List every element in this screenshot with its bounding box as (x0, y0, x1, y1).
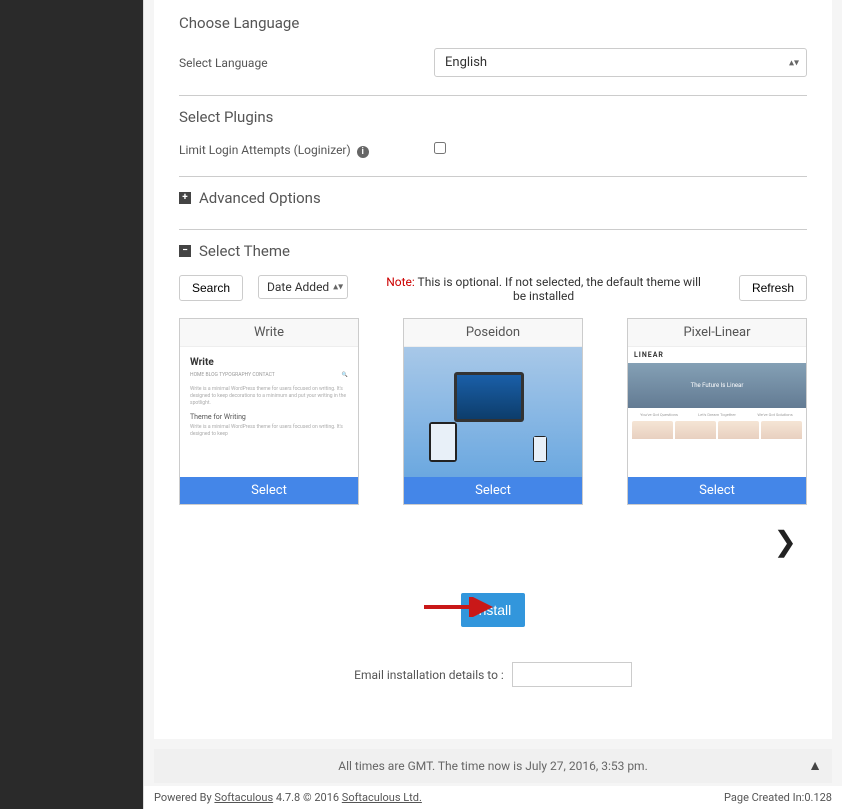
select-theme-section: − Select Theme Search Date Added ▴▾ Note… (179, 229, 807, 699)
theme-preview[interactable]: Write HOME BLOG TYPOGRAPHY CONTACT🔍 Writ… (180, 347, 358, 477)
theme-select-button[interactable]: Select (628, 477, 806, 504)
email-details-row: Email installation details to : (179, 662, 807, 687)
scroll-top-icon[interactable]: ▲ (808, 757, 822, 774)
themes-grid: Write Write HOME BLOG TYPOGRAPHY CONTACT… (179, 318, 807, 505)
plus-icon: + (179, 192, 191, 204)
select-plugins-section: Select Plugins Limit Login Attempts (Log… (179, 95, 807, 176)
theme-card-write: Write Write HOME BLOG TYPOGRAPHY CONTACT… (179, 318, 359, 505)
theme-select-button[interactable]: Select (404, 477, 582, 504)
admin-sidebar (0, 0, 143, 809)
advanced-options-section: + Advanced Options (179, 176, 807, 229)
select-theme-heading[interactable]: − Select Theme (179, 242, 807, 260)
theme-card-pixel-linear: Pixel-Linear LINEAR The Future Is Linear… (627, 318, 807, 505)
theme-select-button[interactable]: Select (180, 477, 358, 504)
language-select[interactable]: English (434, 48, 807, 77)
theme-title: Pixel-Linear (628, 319, 806, 347)
email-input[interactable] (512, 662, 632, 687)
footer-bottom: Powered By Softaculous 4.7.8 © 2016 Soft… (144, 786, 842, 809)
main-content: Choose Language Select Language English … (143, 0, 842, 809)
theme-preview[interactable]: LINEAR The Future Is Linear You've Got Q… (628, 347, 806, 477)
company-link[interactable]: Softaculous Ltd. (342, 791, 422, 804)
next-themes-nav: ❯ (179, 525, 807, 558)
email-label: Email installation details to : (354, 668, 504, 682)
page-created-info: Page Created In:0.128 (724, 791, 832, 804)
theme-note: Note: This is optional. If not selected,… (363, 275, 724, 303)
minus-icon: − (179, 245, 191, 257)
search-button[interactable]: Search (179, 275, 243, 301)
footer-time: All times are GMT. The time now is July … (154, 749, 832, 783)
theme-preview[interactable] (404, 347, 582, 477)
select-plugins-heading: Select Plugins (179, 108, 807, 126)
theme-title: Write (180, 319, 358, 347)
plugin-loginizer-checkbox[interactable] (434, 142, 446, 154)
select-language-label: Select Language (179, 56, 434, 70)
plugin-loginizer-label: Limit Login Attempts (Loginizer) i (179, 143, 434, 158)
advanced-options-heading[interactable]: + Advanced Options (179, 189, 807, 207)
theme-title: Poseidon (404, 319, 582, 347)
choose-language-section: Choose Language Select Language English … (179, 2, 807, 95)
refresh-button[interactable]: Refresh (739, 275, 807, 301)
theme-card-poseidon: Poseidon Select (403, 318, 583, 505)
chevron-right-icon[interactable]: ❯ (774, 525, 797, 558)
softaculous-link[interactable]: Softaculous (214, 791, 273, 804)
choose-language-heading: Choose Language (179, 14, 807, 32)
annotation-arrow (419, 597, 499, 617)
sort-select[interactable]: Date Added (258, 275, 348, 299)
info-icon[interactable]: i (357, 146, 369, 158)
